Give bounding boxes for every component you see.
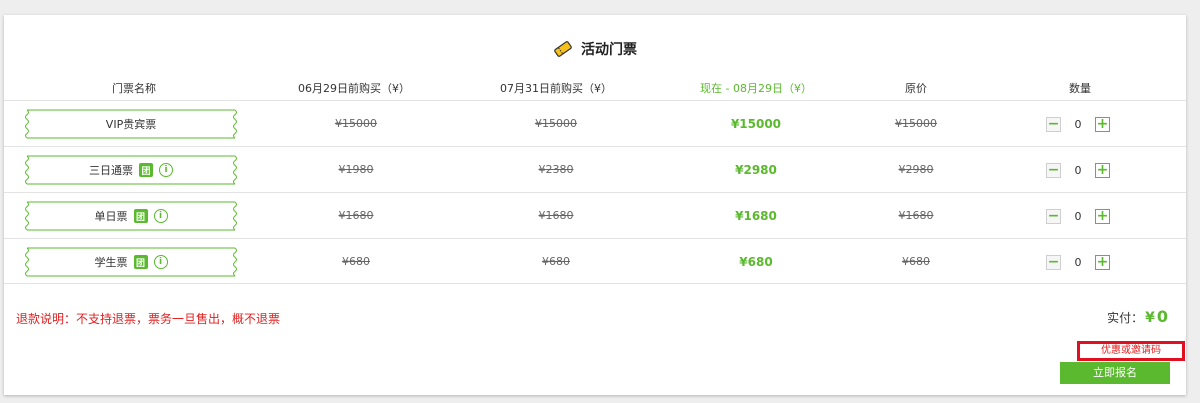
price-original: ¥2980 [898,163,934,176]
decrease-button[interactable]: − [1046,116,1061,132]
coupon-code-link[interactable]: 优惠或邀请码 [1077,341,1185,361]
increase-button[interactable]: + [1095,162,1110,178]
ticket-name-box: 三日通票 团 i [24,155,238,185]
col-header-quantity: 数量 [1069,82,1091,95]
col-header-current: 现在 - 08月29日（¥） [700,82,812,95]
info-icon[interactable]: i [153,209,168,223]
price-original: ¥15000 [895,117,937,130]
ticket-panel: 活动门票 门票名称 06月29日前购买（¥） 07月31日前购买（¥） 现在 -… [4,15,1186,395]
ticket-row: 三日通票 团 i ¥1980 ¥2380 ¥2980 ¥2980 − 0 + [4,146,1186,192]
price-early2: ¥15000 [535,117,577,130]
price-early1: ¥680 [342,255,370,268]
group-buy-badge: 团 [133,255,148,269]
col-header-early1: 06月29日前购买（¥） [298,82,410,95]
price-early2: ¥1680 [538,209,574,222]
quantity-stepper: − 0 + [1046,115,1110,133]
price-current: ¥680 [739,255,773,269]
ticket-frame [25,201,237,231]
price-early1: ¥1680 [338,209,374,222]
group-buy-badge: 团 [133,209,148,223]
price-original: ¥680 [902,255,930,268]
quantity-value: 0 [1074,209,1082,223]
price-early2: ¥680 [542,255,570,268]
ticket-name-box: VIP贵宾票 [24,109,238,139]
decrease-button[interactable]: − [1046,162,1061,178]
ticket-name-box: 学生票 团 i [24,247,238,277]
ticket-row: 单日票 团 i ¥1680 ¥1680 ¥1680 ¥1680 − 0 + [4,192,1186,238]
ticket-name-box: 单日票 团 i [24,201,238,231]
register-button[interactable]: 立即报名 [1060,362,1170,384]
info-icon[interactable]: i [153,255,168,269]
total-currency: ¥ [1145,310,1155,326]
section-title-text: 活动门票 [581,42,637,58]
total-label: 实付： [1107,311,1144,325]
ticket-name: 单日票 [94,210,128,223]
quantity-stepper: − 0 + [1046,207,1110,225]
ticket-name: 学生票 [94,256,128,269]
col-header-name: 门票名称 [112,82,156,95]
ticket-frame [25,247,237,277]
ticket-icon [554,41,572,57]
price-current: ¥1680 [735,209,777,223]
price-current: ¥15000 [730,117,782,131]
price-current: ¥2980 [735,163,777,177]
total-price: 实付： ¥ 0 [1107,307,1168,326]
quantity-stepper: − 0 + [1046,253,1110,271]
refund-note: 退款说明：不支持退票，票务一旦售出，概不退票 [16,312,281,326]
quantity-value: 0 [1074,163,1082,177]
col-header-original: 原价 [905,82,927,95]
section-title: 活动门票 [4,37,1186,61]
ticket-name: 三日通票 [89,164,133,177]
quantity-value: 0 [1074,255,1082,269]
quantity-value: 0 [1074,117,1082,131]
ticket-row: VIP贵宾票 ¥15000 ¥15000 ¥15000 ¥15000 − 0 + [4,100,1186,146]
ticket-row: 学生票 团 i ¥680 ¥680 ¥680 ¥680 − 0 + [4,238,1186,284]
ticket-name: VIP贵宾票 [105,118,157,131]
quantity-stepper: − 0 + [1046,161,1110,179]
decrease-button[interactable]: − [1046,254,1061,270]
increase-button[interactable]: + [1095,254,1110,270]
col-header-early2: 07月31日前购买（¥） [500,82,612,95]
price-early1: ¥1980 [338,163,374,176]
increase-button[interactable]: + [1095,208,1110,224]
price-original: ¥1680 [898,209,934,222]
decrease-button[interactable]: − [1046,208,1061,224]
group-buy-badge: 团 [139,163,153,177]
price-early1: ¥15000 [335,117,377,130]
increase-button[interactable]: + [1095,116,1110,132]
total-amount: 0 [1156,307,1168,326]
price-early2: ¥2380 [538,163,574,176]
info-icon[interactable]: i [159,163,173,177]
